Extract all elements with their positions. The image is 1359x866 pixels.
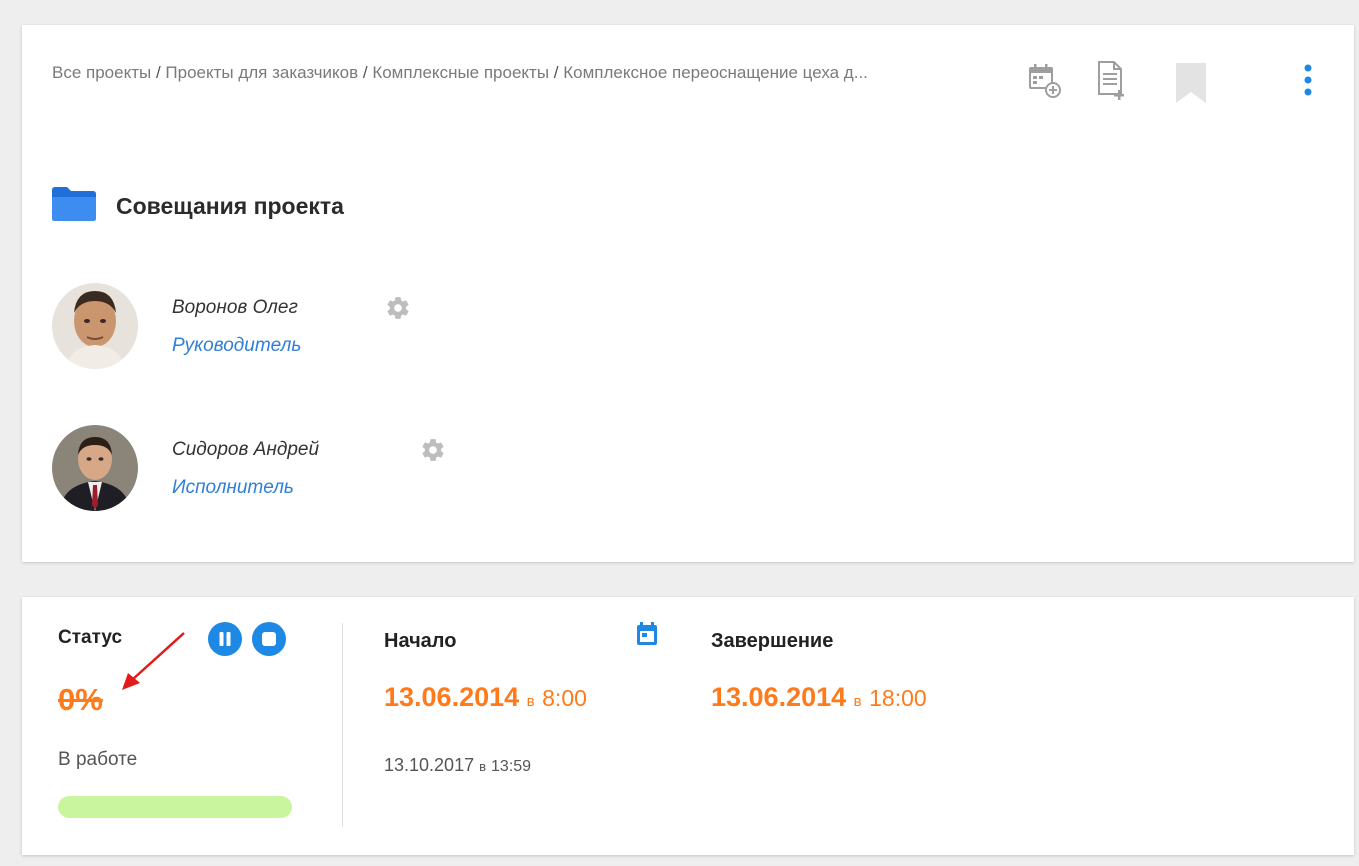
member-item: Воронов Олег Руководитель [52, 283, 652, 373]
end-label: Завершение [711, 630, 834, 652]
start-datetime[interactable]: 13.06.2014 в 8:00 [384, 682, 587, 713]
pause-button[interactable] [208, 622, 242, 656]
member-name: Сидоров Андрей [172, 439, 320, 460]
title-row: Совещания проекта [52, 187, 344, 226]
progress-percent: 0% [58, 682, 103, 717]
start-label: Начало [384, 630, 457, 652]
breadcrumb-item-complex-projects[interactable]: Комплексные проекты [372, 63, 549, 82]
created-at-word: в [479, 759, 487, 774]
breadcrumb-item-all-projects[interactable]: Все проекты [52, 63, 151, 82]
breadcrumb-separator: / [151, 63, 166, 82]
status-label: Статус [58, 627, 123, 648]
end-datetime[interactable]: 13.06.2014 в 18:00 [711, 682, 927, 713]
end-date: 13.06.2014 [711, 682, 847, 712]
gear-icon[interactable] [420, 437, 446, 468]
stop-button[interactable] [252, 622, 286, 656]
divider [342, 623, 343, 827]
breadcrumb-separator: / [549, 63, 564, 82]
calendar-icon[interactable] [636, 622, 658, 651]
stop-icon [262, 632, 276, 646]
member-role-link[interactable]: Исполнитель [172, 477, 294, 499]
start-at-word: в [526, 693, 535, 710]
progress-bar [58, 796, 292, 818]
created-time: 13:59 [491, 758, 532, 775]
avatar[interactable] [52, 283, 138, 369]
gear-icon[interactable] [385, 295, 411, 326]
pause-icon [219, 632, 231, 646]
start-time: 8:00 [542, 685, 587, 711]
project-card: Все проекты / Проекты для заказчиков / К… [22, 25, 1354, 562]
breadcrumb: Все проекты / Проекты для заказчиков / К… [52, 39, 1002, 106]
page-title: Совещания проекта [116, 193, 344, 219]
breadcrumb-separator: / [358, 63, 373, 82]
member-item: Сидоров Андрей Исполнитель [52, 425, 652, 515]
created-date: 13.10.2017 [384, 755, 475, 775]
member-role-link[interactable]: Руководитель [172, 335, 301, 357]
calendar-add-icon[interactable] [1028, 63, 1062, 104]
breadcrumb-item-customer-projects[interactable]: Проекты для заказчиков [165, 63, 358, 82]
progress-fill [58, 796, 292, 818]
end-time: 18:00 [869, 685, 927, 711]
status-state: В работе [58, 749, 138, 770]
breadcrumb-item-current-project[interactable]: Комплексное переоснащение цеха д... [563, 63, 868, 82]
end-at-word: в [853, 693, 862, 710]
created-datetime: 13.10.2017 в 13:59 [384, 755, 531, 776]
member-name: Воронов Олег [172, 297, 298, 318]
folder-icon [52, 187, 96, 226]
more-vert-icon[interactable] [1303, 64, 1313, 103]
document-add-icon[interactable] [1096, 60, 1126, 107]
status-card: Статус 0% В работе Начало Завершение 13.… [22, 597, 1354, 855]
bookmark-icon[interactable] [1175, 63, 1207, 108]
start-date: 13.06.2014 [384, 682, 520, 712]
avatar[interactable] [52, 425, 138, 511]
